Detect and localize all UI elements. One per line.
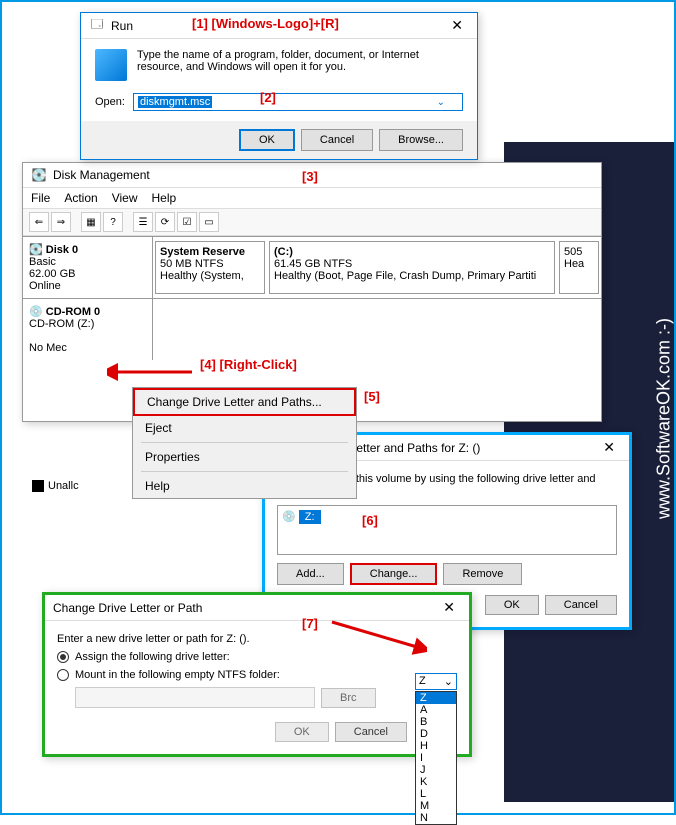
cancel-button[interactable]: Cancel — [545, 595, 617, 615]
menu-file[interactable]: File — [31, 191, 50, 205]
cdrom-info[interactable]: 💿 CD-ROM 0 CD-ROM (Z:) No Mec — [23, 299, 153, 360]
run-input[interactable]: diskmgmt.msc — [133, 93, 463, 111]
close-icon[interactable]: ✕ — [445, 17, 469, 34]
context-help[interactable]: Help — [133, 474, 356, 498]
disk0-panel: 💽 Disk 0 Basic 62.00 GB Online System Re… — [23, 236, 601, 298]
annotation-3: [3] — [302, 169, 318, 184]
radio-mount[interactable] — [57, 669, 69, 681]
context-separator — [141, 442, 348, 443]
drive-list[interactable]: 💿 Z: — [277, 505, 617, 555]
drive-item[interactable]: Z: — [299, 510, 321, 524]
path-title: Change Drive Letter or Path — [53, 601, 437, 615]
menu-action[interactable]: Action — [64, 191, 97, 205]
drive-option[interactable]: D — [416, 728, 456, 740]
toolbar-list-icon[interactable]: ☰ — [133, 212, 153, 232]
ok-button[interactable]: OK — [239, 129, 295, 151]
context-properties[interactable]: Properties — [133, 445, 356, 469]
drive-letter-select[interactable]: Z⌄ — [415, 673, 457, 690]
run-big-icon — [95, 49, 127, 81]
run-description: Type the name of a program, folder, docu… — [137, 49, 463, 73]
annotation-6: [6] — [362, 513, 378, 528]
run-dialog: 🗔 Run ✕ Type the name of a program, fold… — [80, 12, 478, 160]
annotation-5: [5] — [364, 389, 380, 404]
drive-option[interactable]: L — [416, 788, 456, 800]
drive-option[interactable]: A — [416, 704, 456, 716]
drive-option[interactable]: K — [416, 776, 456, 788]
drive-option[interactable]: N — [416, 812, 456, 824]
diskmgmt-title: Disk Management — [53, 168, 593, 182]
run-icon: 🗔 — [89, 18, 105, 34]
toolbar-back-icon[interactable]: ⇐ — [29, 212, 49, 232]
dropdown-icon[interactable]: ⌄ — [437, 97, 445, 108]
arrow-4 — [107, 362, 197, 382]
disk-icon: 💽 — [31, 167, 47, 183]
annotation-1: [1] [Windows-Logo]+[R] — [192, 16, 339, 31]
disk0-info[interactable]: 💽 Disk 0 Basic 62.00 GB Online — [23, 237, 153, 298]
drive-option[interactable]: B — [416, 716, 456, 728]
arrow-7 — [327, 617, 427, 657]
close-icon[interactable]: ✕ — [597, 439, 621, 456]
open-label: Open: — [95, 96, 125, 108]
partition-system[interactable]: System Reserve 50 MB NTFS Healthy (Syste… — [155, 241, 265, 294]
context-change-drive[interactable]: Change Drive Letter and Paths... — [133, 388, 356, 416]
drive-option[interactable]: J — [416, 764, 456, 776]
toolbar-prop-icon[interactable]: ☑ — [177, 212, 197, 232]
remove-button[interactable]: Remove — [443, 563, 522, 585]
assign-label: Assign the following drive letter: — [75, 651, 230, 663]
browse-button[interactable]: Brc — [321, 688, 376, 708]
radio-assign[interactable] — [57, 651, 69, 663]
partition-extra[interactable]: 505 Hea — [559, 241, 599, 294]
drive-icon: 💿 — [282, 511, 296, 523]
mount-label: Mount in the following empty NTFS folder… — [75, 669, 280, 681]
menu-view[interactable]: View — [112, 191, 138, 205]
watermark-side: www.SoftwareOK.com :-) — [654, 317, 675, 518]
change-button[interactable]: Change... — [350, 563, 438, 585]
legend-unallocated: Unallc — [32, 480, 79, 492]
ok-button[interactable]: OK — [485, 595, 539, 615]
cancel-button[interactable]: Cancel — [335, 722, 407, 742]
toolbar-refresh-icon[interactable]: ⟳ — [155, 212, 175, 232]
add-button[interactable]: Add... — [277, 563, 344, 585]
context-menu: Change Drive Letter and Paths... Eject P… — [132, 387, 357, 499]
close-icon[interactable]: ✕ — [437, 599, 461, 616]
menubar: File Action View Help — [23, 188, 601, 209]
annotation-7: [7] — [302, 616, 318, 631]
drive-option[interactable]: I — [416, 752, 456, 764]
toolbar-fwd-icon[interactable]: ⇒ — [51, 212, 71, 232]
context-separator — [141, 471, 348, 472]
disk-management-window: 💽 Disk Management File Action View Help … — [22, 162, 602, 422]
drive-letter-dropdown: ZABDHIJKLMN — [415, 691, 457, 825]
annotation-4: [4] [Right-Click] — [200, 357, 297, 372]
menu-help[interactable]: Help — [152, 191, 177, 205]
browse-button[interactable]: Browse... — [379, 129, 463, 151]
drive-option[interactable]: M — [416, 800, 456, 812]
mount-path-input[interactable] — [75, 687, 315, 708]
toolbar: ⇐ ⇒ ▦ ? ☰ ⟳ ☑ ▭ — [23, 209, 601, 236]
toolbar-help-icon[interactable]: ? — [103, 212, 123, 232]
chevron-down-icon: ⌄ — [444, 675, 453, 688]
cdrom-panel: 💿 CD-ROM 0 CD-ROM (Z:) No Mec — [23, 298, 601, 360]
drive-option[interactable]: Z — [416, 692, 456, 704]
annotation-2: [2] — [260, 90, 276, 105]
cancel-button[interactable]: Cancel — [301, 129, 373, 151]
context-eject[interactable]: Eject — [133, 416, 356, 440]
drive-option[interactable]: H — [416, 740, 456, 752]
partition-c[interactable]: (C:) 61.45 GB NTFS Healthy (Boot, Page F… — [269, 241, 555, 294]
toolbar-grid-icon[interactable]: ▦ — [81, 212, 101, 232]
ok-button[interactable]: OK — [275, 722, 329, 742]
legend-swatch — [32, 480, 44, 492]
toolbar-x-icon[interactable]: ▭ — [199, 212, 219, 232]
